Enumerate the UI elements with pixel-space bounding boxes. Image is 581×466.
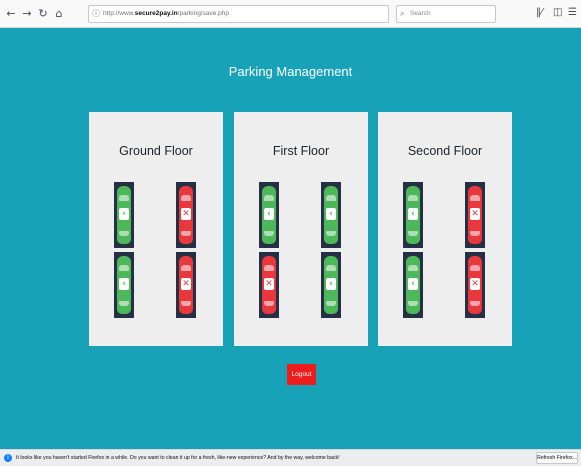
parking-slot-free[interactable]: ‹ — [259, 182, 279, 248]
sidebar-icon[interactable]: ◫ — [553, 7, 562, 18]
url-prefix: http://www. — [103, 10, 135, 17]
page-title: Parking Management — [228, 64, 353, 79]
check-icon: ‹ — [408, 278, 418, 290]
url-path: /parking/save.php — [177, 10, 229, 17]
parking-slot-free[interactable]: ‹ — [114, 182, 134, 248]
car-occupied-icon: ✕ — [179, 256, 193, 314]
car-windshield — [181, 265, 191, 271]
search-input[interactable]: ⌕ Search — [396, 5, 496, 23]
car-windshield — [326, 195, 336, 201]
cross-icon: ✕ — [470, 208, 480, 220]
notification-bar: i It looks like you haven't started Fire… — [0, 449, 581, 466]
page-body: Parking Management Ground Floor ‹ ✕ ‹ ✕ … — [0, 28, 581, 449]
car-available-icon: ‹ — [262, 186, 276, 244]
car-windshield — [470, 265, 480, 271]
refresh-firefox-button[interactable]: Refresh Firefox... — [536, 452, 578, 464]
car-rear-window — [181, 231, 191, 236]
car-available-icon: ‹ — [117, 256, 131, 314]
reload-icon[interactable]: ↻ — [37, 7, 49, 21]
parking-slot-free[interactable]: ‹ — [114, 252, 134, 318]
car-occupied-icon: ✕ — [468, 186, 482, 244]
search-icon: ⌕ — [400, 9, 405, 18]
car-occupied-icon: ✕ — [179, 186, 193, 244]
home-icon[interactable]: ⌂ — [53, 7, 65, 21]
browser-toolbar: ← → ↻ ⌂ ⓘ http://www.secure2pay.in/parki… — [0, 0, 581, 28]
check-icon: ‹ — [119, 278, 129, 290]
car-rear-window — [326, 231, 336, 236]
car-rear-window — [264, 231, 274, 236]
car-rear-window — [408, 301, 418, 306]
library-icon[interactable]: ‖⁄ — [536, 7, 543, 18]
car-windshield — [326, 265, 336, 271]
parking-slot-taken[interactable]: ✕ — [259, 252, 279, 318]
car-rear-window — [408, 231, 418, 236]
car-windshield — [264, 265, 274, 271]
car-rear-window — [326, 301, 336, 306]
floor-title: First Floor — [272, 144, 330, 158]
floor-title: Ground Floor — [119, 144, 193, 158]
car-rear-window — [470, 301, 480, 306]
check-icon: ‹ — [326, 278, 336, 290]
info-icon: i — [4, 454, 12, 462]
car-windshield — [264, 195, 274, 201]
check-icon: ‹ — [326, 208, 336, 220]
floor-card-ground: Ground Floor ‹ ✕ ‹ ✕ — [89, 112, 223, 346]
car-rear-window — [181, 301, 191, 306]
car-occupied-icon: ✕ — [262, 256, 276, 314]
check-icon: ‹ — [408, 208, 418, 220]
car-available-icon: ‹ — [324, 256, 338, 314]
car-available-icon: ‹ — [324, 186, 338, 244]
search-placeholder: Search — [410, 10, 431, 17]
parking-slot-free[interactable]: ‹ — [403, 252, 423, 318]
car-available-icon: ‹ — [406, 186, 420, 244]
page-info-icon[interactable]: ⓘ — [92, 6, 100, 22]
notification-message: It looks like you haven't started Firefo… — [16, 455, 340, 461]
parking-slot-taken[interactable]: ✕ — [176, 252, 196, 318]
car-available-icon: ‹ — [406, 256, 420, 314]
parking-slot-free[interactable]: ‹ — [321, 252, 341, 318]
floor-card-second: Second Floor ‹ ✕ ‹ ✕ — [378, 112, 512, 346]
back-arrow-icon[interactable]: ← — [5, 7, 17, 21]
car-windshield — [119, 195, 129, 201]
parking-slot-free[interactable]: ‹ — [321, 182, 341, 248]
car-windshield — [408, 265, 418, 271]
forward-arrow-icon[interactable]: → — [21, 7, 33, 21]
floor-title: Second Floor — [407, 144, 483, 158]
overflow-icon[interactable]: ☰ — [568, 7, 577, 18]
car-windshield — [408, 195, 418, 201]
parking-slot-free[interactable]: ‹ — [403, 182, 423, 248]
url-domain: secure2pay.in — [134, 10, 178, 17]
cross-icon: ✕ — [470, 278, 480, 290]
url-bar[interactable]: ⓘ http://www.secure2pay.in/parking/save.… — [88, 5, 389, 23]
parking-slot-taken[interactable]: ✕ — [176, 182, 196, 248]
car-rear-window — [119, 231, 129, 236]
parking-slot-taken[interactable]: ✕ — [465, 182, 485, 248]
car-rear-window — [264, 301, 274, 306]
car-occupied-icon: ✕ — [468, 256, 482, 314]
floor-card-first: First Floor ‹ ‹ ✕ ‹ — [234, 112, 368, 346]
car-rear-window — [470, 231, 480, 236]
car-windshield — [119, 265, 129, 271]
car-windshield — [470, 195, 480, 201]
check-icon: ‹ — [264, 208, 274, 220]
cross-icon: ✕ — [181, 208, 191, 220]
check-icon: ‹ — [119, 208, 129, 220]
cross-icon: ✕ — [264, 278, 274, 290]
car-windshield — [181, 195, 191, 201]
logout-button[interactable]: Logout — [287, 364, 316, 385]
car-rear-window — [119, 301, 129, 306]
car-available-icon: ‹ — [117, 186, 131, 244]
parking-slot-taken[interactable]: ✕ — [465, 252, 485, 318]
cross-icon: ✕ — [181, 278, 191, 290]
